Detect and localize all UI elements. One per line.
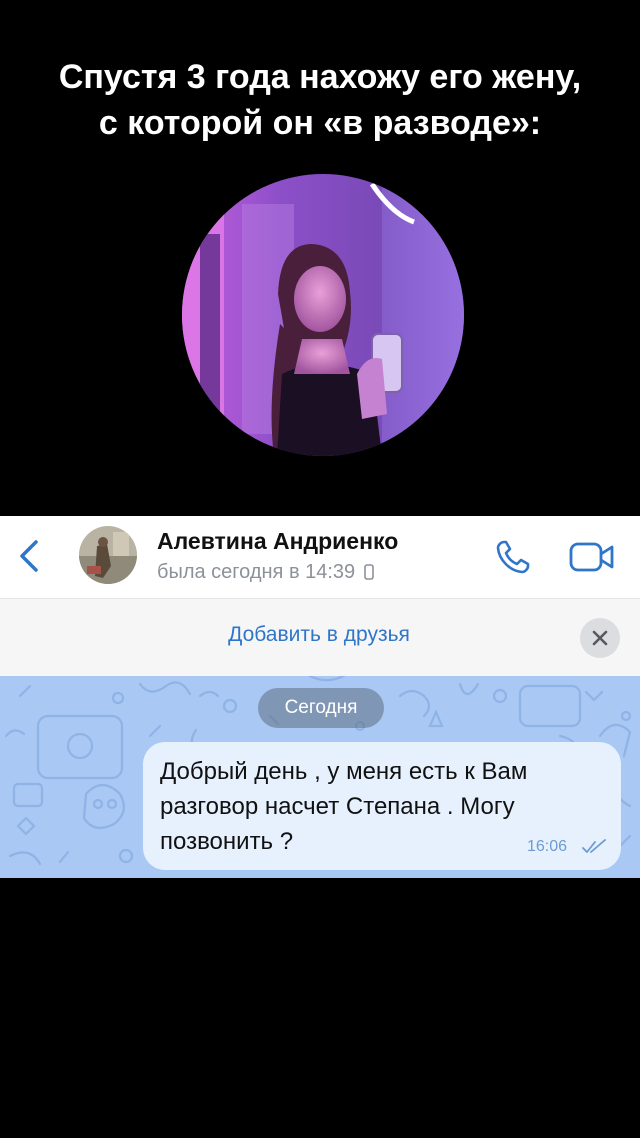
close-icon[interactable] [580,618,620,658]
back-chevron-icon[interactable] [14,534,48,578]
outgoing-message-bubble[interactable]: Добрый день , у меня есть к Вам разговор… [143,742,621,870]
contact-name[interactable]: Алевтина Андриенко [157,528,398,555]
message-time: 16:06 [527,838,568,855]
add-friend-banner: Добавить в друзья [0,598,640,677]
phone-icon[interactable] [494,538,532,576]
avatar[interactable] [79,526,137,584]
status-text: была сегодня в 14:39 [157,561,356,583]
mobile-device-icon [363,563,374,586]
last-seen-status: была сегодня в 14:39 [157,561,374,586]
double-check-icon [581,839,607,860]
date-separator: Сегодня [258,688,384,728]
caption-line-2: с которой он «в разводе»: [98,104,542,142]
profile-photo-large [182,174,464,456]
add-friend-link[interactable]: Добавить в друзья [0,623,638,647]
chat-header: Алевтина Андриенко была сегодня в 14:39 [0,516,640,598]
message-area: Сегодня Добрый день , у меня есть к Вам … [0,676,640,878]
video-call-icon[interactable] [568,538,616,576]
story-caption: Спустя 3 года нахожу его жену, с которой… [0,54,640,146]
chat-screen: Алевтина Андриенко была сегодня в 14:39 … [0,516,640,878]
caption-line-1: Спустя 3 года нахожу его жену, [58,58,582,96]
